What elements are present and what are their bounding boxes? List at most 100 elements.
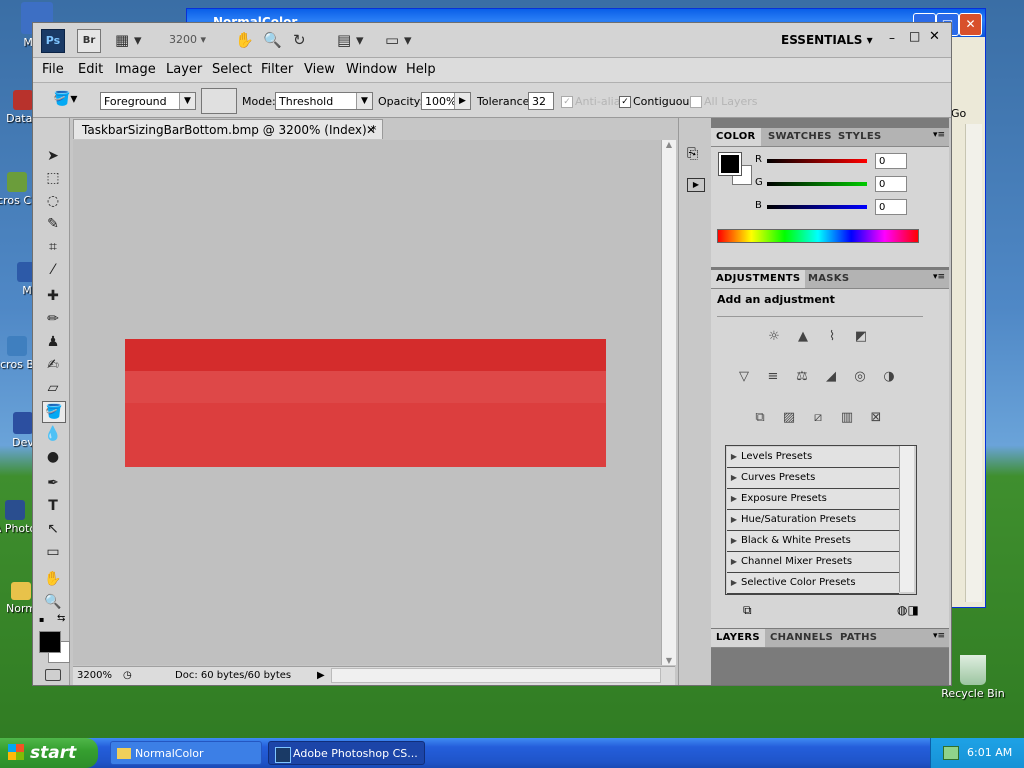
swap-colors-icon[interactable]: ⇆ xyxy=(57,613,65,624)
menu-filter[interactable]: Filter xyxy=(261,62,293,77)
contiguous-checkbox[interactable]: ✓ xyxy=(619,96,631,108)
panel-menu-icon[interactable]: ▾≡ xyxy=(933,631,945,641)
hand-tool-icon[interactable]: ✋ xyxy=(42,569,64,589)
levels-icon[interactable]: ▲ xyxy=(792,327,814,347)
type-tool-icon[interactable]: T xyxy=(42,496,64,516)
zoom-status-field[interactable]: 3200% xyxy=(77,667,112,685)
hand-icon[interactable]: ✋ xyxy=(235,31,254,49)
green-value-field[interactable]: 0 xyxy=(875,176,907,192)
vibrance-icon[interactable]: ▽ xyxy=(733,367,755,387)
actions-panel-icon[interactable]: ▶ xyxy=(687,178,705,192)
preset-black-white[interactable]: ▶ Black & White Presets xyxy=(727,531,899,552)
clone-stamp-tool-icon[interactable]: ♟ xyxy=(42,332,64,352)
fill-source-select[interactable]: Foreground ▼ xyxy=(100,92,196,110)
tab-color[interactable]: COLOR xyxy=(711,128,761,146)
foreground-color-swatch[interactable] xyxy=(39,631,61,653)
preset-hue-saturation[interactable]: ▶ Hue/Saturation Presets xyxy=(727,510,899,531)
menu-layer[interactable]: Layer xyxy=(166,62,202,77)
canvas-area[interactable] xyxy=(73,140,661,665)
quick-selection-tool-icon[interactable]: ✎ xyxy=(42,214,64,234)
gradient-map-icon[interactable]: ▥ xyxy=(836,408,858,428)
curves-icon[interactable]: ⌇ xyxy=(821,327,843,347)
paint-bucket-tool-icon[interactable]: 🪣 xyxy=(42,401,66,423)
taskbar-item-photoshop[interactable]: Adobe Photoshop CS... xyxy=(268,741,425,765)
all-layers-checkbox[interactable] xyxy=(690,96,702,108)
taskbar-item-normalcolor[interactable]: NormalColor xyxy=(110,741,262,765)
arrow-right-icon[interactable]: ▶ xyxy=(454,93,470,109)
blur-tool-icon[interactable]: 💧 xyxy=(42,424,64,444)
quick-mask-icon[interactable] xyxy=(45,669,61,681)
crop-tool-icon[interactable]: ⌗ xyxy=(42,237,64,257)
scroll-up-icon[interactable]: ▲ xyxy=(662,140,676,149)
canvas-horizontal-scrollbar[interactable] xyxy=(331,668,661,683)
workspace-switcher[interactable]: ESSENTIALS ▾ xyxy=(781,33,873,47)
dodge-tool-icon[interactable]: ● xyxy=(42,447,64,467)
eraser-tool-icon[interactable]: ▱ xyxy=(42,378,64,398)
arrange-documents-icon[interactable]: ▤ ▾ xyxy=(337,31,363,49)
zoom-level-select[interactable]: 3200 ▾ xyxy=(169,33,206,46)
preset-exposure[interactable]: ▶ Exposure Presets xyxy=(727,489,899,510)
minimize-button[interactable]: – xyxy=(889,31,895,45)
hue-saturation-icon[interactable]: ≡ xyxy=(762,367,784,387)
red-slider[interactable] xyxy=(767,159,867,163)
posterize-icon[interactable]: ▨ xyxy=(778,408,800,428)
preset-selective-color[interactable]: ▶ Selective Color Presets xyxy=(727,573,899,594)
blue-slider[interactable] xyxy=(767,205,867,209)
bridge-icon[interactable]: Br xyxy=(77,29,101,53)
red-value-field[interactable]: 0 xyxy=(875,153,907,169)
blue-value-field[interactable]: 0 xyxy=(875,199,907,215)
panel-menu-icon[interactable]: ▾≡ xyxy=(933,272,945,282)
status-menu-icon[interactable]: ◷ xyxy=(123,667,132,685)
zoom-icon[interactable]: 🔍 xyxy=(263,31,282,49)
brightness-contrast-icon[interactable]: ☼ xyxy=(763,327,785,347)
tab-channels[interactable]: CHANNELS xyxy=(765,629,838,647)
tab-masks[interactable]: MASKS xyxy=(803,270,854,288)
tolerance-field[interactable]: 32 xyxy=(528,92,554,110)
menu-window[interactable]: Window xyxy=(346,62,397,77)
history-brush-tool-icon[interactable]: ✍ xyxy=(42,355,64,375)
green-slider[interactable] xyxy=(767,182,867,186)
path-selection-tool-icon[interactable]: ↖ xyxy=(42,519,64,539)
tab-swatches[interactable]: SWATCHES xyxy=(763,128,837,146)
black-white-icon[interactable]: ◢ xyxy=(820,367,842,387)
zoom-tool-icon[interactable]: 🔍 xyxy=(42,592,64,612)
move-tool-icon[interactable]: ➤ xyxy=(42,146,64,166)
clock[interactable]: 6:01 AM xyxy=(967,738,1012,768)
brush-tool-icon[interactable]: ✏ xyxy=(42,309,64,329)
panel-footer-icons[interactable]: ◍◨ xyxy=(897,603,919,617)
canvas-vertical-scrollbar[interactable]: ▲ ▼ xyxy=(661,140,676,665)
clip-to-layer-icon[interactable]: ⧉ xyxy=(743,603,752,618)
panel-menu-icon[interactable]: ▾≡ xyxy=(933,130,945,140)
menu-help[interactable]: Help xyxy=(406,62,436,77)
tab-adjustments[interactable]: ADJUSTMENTS xyxy=(711,270,806,288)
pen-tool-icon[interactable]: ✒ xyxy=(42,473,64,493)
marquee-tool-icon[interactable]: ⬚ xyxy=(42,168,64,188)
close-button[interactable]: ✕ xyxy=(959,13,982,36)
shape-tool-icon[interactable]: ▭ xyxy=(42,542,64,562)
channel-mixer-icon[interactable]: ◑ xyxy=(878,367,900,387)
menu-image[interactable]: Image xyxy=(115,62,156,77)
rotate-view-icon[interactable]: ↻ xyxy=(293,31,306,49)
threshold-icon[interactable]: ⧄ xyxy=(807,408,829,428)
scroll-down-icon[interactable]: ▼ xyxy=(662,656,676,665)
maximize-button[interactable]: □ xyxy=(909,29,920,43)
exposure-icon[interactable]: ◩ xyxy=(850,327,872,347)
tab-layers[interactable]: LAYERS xyxy=(711,629,765,647)
photoshop-logo-icon[interactable]: Ps xyxy=(41,29,65,53)
paint-bucket-preset-icon[interactable]: 🪣▾ xyxy=(53,91,77,107)
explorer-scrollbar[interactable] xyxy=(965,124,982,602)
tab-paths[interactable]: PATHS xyxy=(835,629,882,647)
eyedropper-tool-icon[interactable]: ⁄ xyxy=(42,260,64,280)
image-artwork[interactable] xyxy=(125,339,606,467)
menu-file[interactable]: File xyxy=(42,62,64,77)
go-label[interactable]: Go xyxy=(951,107,966,120)
photo-filter-icon[interactable]: ◎ xyxy=(849,367,871,387)
status-arrow-icon[interactable]: ▶ xyxy=(317,667,325,685)
menu-select[interactable]: Select xyxy=(212,62,252,77)
opacity-field[interactable]: 100% ▶ xyxy=(421,92,471,110)
start-button[interactable]: start xyxy=(0,738,98,768)
healing-brush-tool-icon[interactable]: ✚ xyxy=(42,286,64,306)
network-icon[interactable] xyxy=(943,746,959,760)
history-panel-icon[interactable]: ⎘ xyxy=(687,146,698,162)
color-balance-icon[interactable]: ⚖ xyxy=(791,367,813,387)
